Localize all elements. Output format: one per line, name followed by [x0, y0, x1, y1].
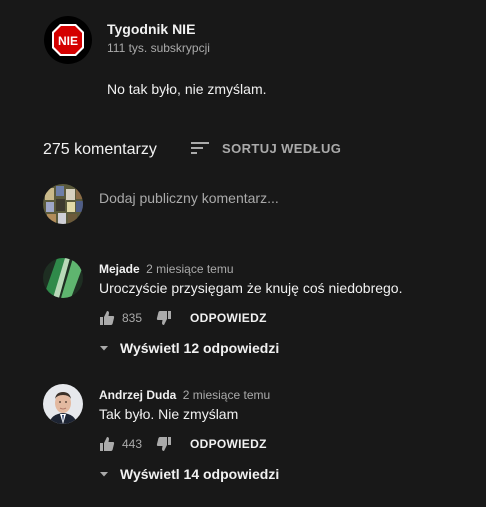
stop-sign-logo-icon: NIE [52, 24, 84, 56]
dislike-icon[interactable] [156, 436, 172, 452]
dislike-icon[interactable] [156, 310, 172, 326]
view-replies-label: Wyświetl 12 odpowiedzi [120, 340, 280, 356]
caret-down-icon [99, 343, 109, 353]
comment-text: Uroczyście przysięgam że knuję coś niedo… [99, 280, 403, 296]
video-description: No tak było, nie zmyślam. [107, 81, 267, 97]
reply-button[interactable]: ODPOWIEDZ [190, 437, 267, 451]
comment-time[interactable]: 2 miesiące temu [183, 388, 270, 402]
comment-actions: 443 ODPOWIEDZ [99, 436, 267, 452]
view-replies-button[interactable]: Wyświetl 12 odpowiedzi [99, 340, 279, 356]
comment-time[interactable]: 2 miesiące temu [146, 262, 233, 276]
comments-count: 275 komentarzy [43, 141, 157, 158]
like-icon[interactable] [99, 310, 115, 326]
sort-label: SORTUJ WEDŁUG [222, 140, 342, 156]
reply-button[interactable]: ODPOWIEDZ [190, 311, 267, 325]
channel-avatar[interactable]: NIE [44, 16, 92, 64]
comment-input[interactable] [99, 187, 479, 209]
like-icon[interactable] [99, 436, 115, 452]
comment-text: Tak było. Nie zmyślam [99, 406, 239, 422]
comment-author[interactable]: Andrzej Duda [99, 388, 176, 402]
comment-thread: Andrzej Duda 2 miesiące temu Tak było. N… [43, 384, 473, 492]
view-replies-button[interactable]: Wyświetl 14 odpowiedzi [99, 466, 279, 482]
sort-button[interactable]: SORTUJ WEDŁUG [190, 138, 341, 158]
logo-text: NIE [58, 34, 78, 48]
comment-author-avatar[interactable] [43, 258, 83, 298]
sort-icon [190, 138, 210, 158]
user-avatar [43, 184, 83, 224]
comment-thread: Mejade 2 miesiące temu Uroczyście przysi… [43, 258, 473, 366]
comment-actions: 835 ODPOWIEDZ [99, 310, 267, 326]
comment-author[interactable]: Mejade [99, 262, 140, 276]
subscriber-count: 111 tys. subskrypcji [107, 41, 210, 55]
view-replies-label: Wyświetl 14 odpowiedzi [120, 466, 280, 482]
like-count: 443 [122, 437, 143, 451]
caret-down-icon [99, 469, 109, 479]
like-count: 835 [122, 311, 143, 325]
channel-name[interactable]: Tygodnik NIE [107, 21, 195, 37]
comment-author-avatar[interactable] [43, 384, 83, 424]
